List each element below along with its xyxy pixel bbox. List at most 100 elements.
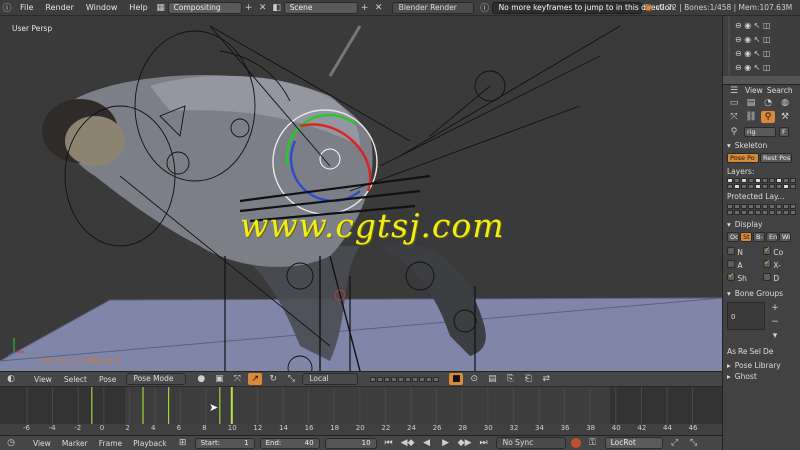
info-editor-icon[interactable]: ⓘ: [0, 2, 14, 14]
timeline-editor-icon[interactable]: ◷: [4, 437, 18, 449]
display-bbone[interactable]: B-: [753, 232, 765, 242]
scene-layers[interactable]: [370, 376, 440, 382]
end-frame-field[interactable]: End: 40: [259, 437, 320, 449]
mode-select[interactable]: Pose Mode: [126, 373, 187, 385]
render-preview-icon[interactable]: ▤: [485, 373, 499, 385]
remove-button[interactable]: Re: [738, 347, 748, 356]
play-reverse-icon[interactable]: ◀: [420, 437, 434, 449]
preview-range-icon[interactable]: ⊞: [176, 437, 190, 449]
display-option-delay[interactable]: D: [763, 273, 799, 283]
menu-window[interactable]: Window: [80, 3, 124, 12]
scale-manipulator-icon[interactable]: ⤡: [284, 373, 298, 385]
screen-layout-field[interactable]: Compositing: [167, 1, 242, 14]
bone-groups-list[interactable]: 0: [727, 302, 765, 330]
remove-bone-group-icon[interactable]: −: [768, 316, 782, 328]
scene-field[interactable]: Scene: [283, 1, 358, 14]
outliner-view-menu[interactable]: View: [745, 86, 763, 95]
manipulator-icon[interactable]: ⤧: [230, 373, 244, 385]
menu-marker[interactable]: Marker: [62, 439, 88, 448]
copy-pose-icon[interactable]: ⎘: [503, 373, 517, 385]
orientation-select[interactable]: Local: [302, 373, 359, 385]
editor-type-icon[interactable]: ◐: [4, 373, 18, 385]
properties-editor[interactable]: ☰ View Search ▭ ▤ ◔ ◍ ⤧ ⛓ ⚲ ⚒ ⚲ rig F ▾ …: [722, 84, 800, 450]
play-icon[interactable]: ▶: [439, 437, 453, 449]
record-keyframe-icon[interactable]: [570, 438, 581, 448]
armature-name-field[interactable]: rig: [744, 127, 776, 137]
add-scene-icon[interactable]: +: [358, 2, 372, 14]
deselect-button[interactable]: De: [763, 347, 773, 356]
pivot-icon[interactable]: ▣: [212, 373, 226, 385]
display-option-shapes[interactable]: Sh: [727, 273, 763, 283]
translate-manipulator-icon[interactable]: ↗: [248, 373, 263, 385]
rotate-manipulator-icon[interactable]: ↻: [266, 373, 280, 385]
snap-icon[interactable]: ⊙: [467, 373, 481, 385]
rest-position-button[interactable]: Rest Pos: [760, 153, 792, 163]
render-layers-tab-icon[interactable]: ▤: [744, 97, 758, 109]
constraints-tab-icon[interactable]: ⛓: [744, 111, 758, 123]
world-tab-icon[interactable]: ◍: [778, 97, 792, 109]
timeline-ruler[interactable]: -6 -4 -2 0 2 4 6 8 10 12 14 16 18 20 22 24 26 28 30 32 34 36 3…: [0, 424, 722, 435]
bone-group-menu-icon[interactable]: ▾: [768, 330, 782, 342]
display-option-colors[interactable]: Co: [763, 247, 799, 257]
select-button[interactable]: Sel: [750, 347, 761, 356]
shading-solid-icon[interactable]: ●: [194, 373, 208, 385]
protected-layers[interactable]: [723, 204, 800, 215]
jump-start-icon[interactable]: ⏮: [382, 437, 396, 449]
outliner-editor-icon[interactable]: ☰: [727, 85, 741, 97]
armature-data-tab-icon[interactable]: ⚲: [761, 111, 775, 123]
remove-scene-icon[interactable]: ✕: [372, 2, 386, 14]
sync-select[interactable]: No Sync: [495, 437, 566, 449]
display-option-names[interactable]: N: [727, 247, 763, 257]
add-bone-group-icon[interactable]: +: [768, 302, 782, 314]
object-tab-icon[interactable]: ⤧: [727, 111, 741, 123]
pose-position-button[interactable]: Pose Po: [727, 153, 759, 163]
3d-viewport[interactable]: User Persp (10) rig : f_middle.01.R www.…: [0, 16, 722, 371]
scene-tab-icon[interactable]: ◔: [761, 97, 775, 109]
prev-keyframe-icon[interactable]: ◀◆: [401, 437, 415, 449]
current-frame-field[interactable]: 10: [324, 437, 377, 449]
jump-end-icon[interactable]: ⏭: [477, 437, 491, 449]
menu-playback[interactable]: Playback: [133, 439, 166, 448]
next-keyframe-icon[interactable]: ◆▶: [458, 437, 472, 449]
display-wire[interactable]: Wi: [779, 232, 791, 242]
menu-render[interactable]: Render: [39, 3, 79, 12]
keying-set-field[interactable]: LocRot: [604, 437, 663, 449]
insert-keyframe-icon[interactable]: ⤢: [668, 437, 682, 449]
menu-frame[interactable]: Frame: [99, 439, 122, 448]
skeleton-panel-header[interactable]: ▾ Skeleton: [723, 140, 800, 151]
assign-button[interactable]: As: [727, 347, 736, 356]
display-octahedral[interactable]: Oc: [727, 232, 739, 242]
menu-pose[interactable]: Pose: [99, 375, 116, 384]
remove-screen-icon[interactable]: ✕: [256, 2, 270, 14]
ghost-panel-header[interactable]: ▸ Ghost: [723, 371, 800, 382]
bone-tab-icon[interactable]: ⚒: [778, 111, 792, 123]
display-option-axes[interactable]: A: [727, 260, 763, 270]
menu-timeline-view[interactable]: View: [33, 439, 51, 448]
display-panel-header[interactable]: ▾ Display: [723, 219, 800, 230]
display-stick[interactable]: St: [740, 232, 752, 242]
bone-groups-panel-header[interactable]: ▾ Bone Groups: [723, 288, 800, 299]
scene-icon[interactable]: ◧: [270, 2, 284, 14]
outliner[interactable]: ⊖ ◉ ↖ ◫ ⊖ ◉ ↖ ◫ ⊖ ◉ ↖ ◫ ⊖ ◉ ↖ ◫: [722, 16, 800, 84]
delete-keyframe-icon[interactable]: ⤡: [687, 437, 701, 449]
display-option-xray[interactable]: X-: [763, 260, 799, 270]
screen-layout-icon[interactable]: ▦: [154, 2, 168, 14]
paste-pose-icon[interactable]: ⎗: [521, 373, 535, 385]
armature-layers[interactable]: [723, 178, 800, 189]
fake-user-button[interactable]: F: [779, 127, 789, 137]
render-tab-icon[interactable]: ▭: [727, 97, 741, 109]
paste-flipped-icon[interactable]: ⇄: [539, 373, 553, 385]
add-screen-icon[interactable]: +: [242, 2, 256, 14]
keying-set-icon[interactable]: ⚿: [586, 437, 600, 449]
menu-select[interactable]: Select: [64, 375, 87, 384]
display-envelope[interactable]: En: [766, 232, 778, 242]
outliner-search-menu[interactable]: Search: [767, 86, 793, 95]
menu-view[interactable]: View: [34, 375, 52, 384]
menu-file[interactable]: File: [14, 3, 39, 12]
render-engine-select[interactable]: Blender Render: [391, 1, 474, 14]
timeline-area[interactable]: ➤: [0, 387, 722, 424]
lock-layers-icon[interactable]: ■: [449, 373, 464, 385]
start-frame-field[interactable]: Start: 1: [194, 437, 255, 449]
pose-library-panel-header[interactable]: ▸ Pose Library: [723, 360, 800, 371]
menu-help[interactable]: Help: [123, 3, 153, 12]
